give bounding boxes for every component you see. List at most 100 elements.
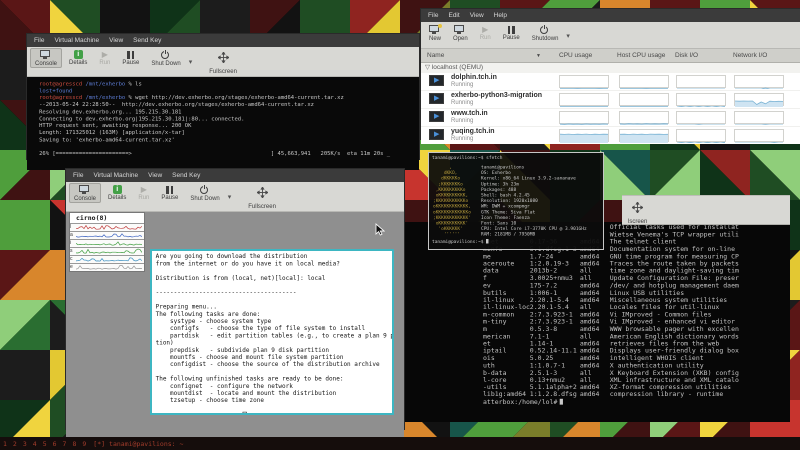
package-name: butils xyxy=(483,289,506,296)
console-button[interactable]: Console xyxy=(69,183,101,203)
vm-status: Running xyxy=(451,100,473,106)
workspace-tag-4[interactable]: 4 xyxy=(30,440,40,448)
terminal-line: Length: 171325012 (163M) [application/x-… xyxy=(39,130,419,137)
workspace-tag-1[interactable]: 1 xyxy=(0,440,10,448)
workspace-tag-3[interactable]: 3 xyxy=(20,440,30,448)
monitor-row-label: s xyxy=(70,248,73,255)
package-description: time zone and daylight-saving tim xyxy=(610,268,739,275)
pause-button[interactable]: Pause xyxy=(498,23,525,42)
terminal-output: root@agresscd /mnt/exherbo % lslost+foun… xyxy=(27,77,419,158)
vm-row-www-tch-in[interactable]: ▶www.tch.inRunning xyxy=(421,109,800,127)
expander-icon[interactable]: ▽ xyxy=(425,64,430,71)
pause-button[interactable]: Pause xyxy=(156,183,183,202)
shut-down-menu-caret[interactable]: ▾ xyxy=(189,58,193,66)
column-header-cpu-usage[interactable]: CPU usage xyxy=(559,52,592,59)
menu-console2-view[interactable]: View xyxy=(143,169,167,182)
menu-console2-send-key[interactable]: Send Key xyxy=(167,169,205,182)
package-row: data2013b-2alltime zone and daylight-sav… xyxy=(405,268,790,275)
menu-manager-help[interactable]: Help xyxy=(489,9,512,22)
vm-row-yuqing-tch-in[interactable]: ▶yuqing.tch.inRunning xyxy=(421,127,800,144)
package-name: il-linux-loc xyxy=(483,304,530,311)
vm-console-display[interactable]: root@agresscd /mnt/exherbo % lslost+foun… xyxy=(27,77,419,170)
vm-monitor-icon: ▶ xyxy=(429,111,444,122)
menu-console1-virtual-machine[interactable]: Virtual Machine xyxy=(49,34,104,47)
package-version: 2.20.1-5.4 xyxy=(530,297,569,304)
menu-console2-virtual-machine[interactable]: Virtual Machine xyxy=(88,169,143,182)
new-button[interactable]: New xyxy=(424,23,446,43)
package-description: The telnet client xyxy=(610,238,677,245)
column-header-disk-i-o[interactable]: Disk I/O xyxy=(675,52,698,59)
details-button[interactable]: iDetails xyxy=(103,183,131,202)
workspace-tag-8[interactable]: 8 xyxy=(69,440,79,448)
shut-down-button[interactable]: Shut Down xyxy=(146,48,185,68)
package-version: 0.5.3-8 xyxy=(530,326,557,333)
run-button[interactable]: ▶Run xyxy=(94,48,115,67)
terminal-line: root@agresscd /mnt/exherbo % ls xyxy=(39,81,419,88)
package-row: il-linux2.20.1-5.4amd64Miscellaneous sys… xyxy=(405,297,790,304)
details-button-label: Details xyxy=(108,195,126,201)
vm-row-exherbo-python3-migration[interactable]: ▶exherbo-python3-migrationRunning xyxy=(421,91,800,109)
shutdown-button-label: Shutdown xyxy=(532,36,559,42)
menu-console1-send-key[interactable]: Send Key xyxy=(128,34,166,47)
shut-down-button[interactable]: Shut Down xyxy=(185,183,224,203)
package-row: l-core0.13+nmu2allXML infrastructure and… xyxy=(405,377,790,384)
workspace-tag-6[interactable]: 6 xyxy=(50,440,60,448)
shut-down-menu-caret[interactable]: ▾ xyxy=(228,193,232,201)
pause-button[interactable]: Pause xyxy=(117,48,144,67)
workspace-tag-7[interactable]: 7 xyxy=(60,440,70,448)
run-button[interactable]: ▶Run xyxy=(133,183,154,202)
menu-console2-file[interactable]: File xyxy=(68,169,88,182)
run-button[interactable]: ▶Run xyxy=(475,23,496,42)
terminal-line: --2013-05-24 22:28:50-- http://dev.exher… xyxy=(39,102,419,109)
shutdown-menu-caret[interactable]: ▾ xyxy=(566,32,570,40)
column-header-host-cpu-usage[interactable]: Host CPU usage xyxy=(617,52,665,59)
sfetch-terminal-window[interactable]: tanami@pavilions:~$ sfetch , dKKO, dKKKK… xyxy=(428,152,604,250)
usage-sparkline xyxy=(620,114,668,125)
console-button[interactable]: Console xyxy=(30,48,62,68)
monitor-graph-row: i xyxy=(70,239,144,247)
shutdown-button[interactable]: Shutdown xyxy=(527,23,564,43)
vm-console-display[interactable]: cirno(8) laisce Are you going to downloa… xyxy=(66,212,404,441)
install-dialog-line: tion) xyxy=(156,340,394,347)
vm-row-dolphin-tch-in[interactable]: ▶dolphin.tch.inRunning xyxy=(421,73,800,91)
vm-running-play-icon: ▶ xyxy=(434,76,439,85)
fullscreen-button[interactable]: lscreen xyxy=(623,198,652,226)
workspace-tag-2[interactable]: 2 xyxy=(10,440,20,448)
menubar: FileVirtual MachineViewSend Key xyxy=(27,34,419,47)
open-button[interactable]: Open xyxy=(448,23,473,43)
menu-console1-file[interactable]: File xyxy=(29,34,49,47)
package-row: merican7.1-1allAmerican English dictiona… xyxy=(405,333,790,340)
host-group-row[interactable]: ▽ localhost (QEMU) xyxy=(421,63,800,73)
layout-indicator[interactable]: [*] xyxy=(89,440,109,448)
menu-console1-view[interactable]: View xyxy=(104,34,128,47)
pause-icon xyxy=(166,185,173,194)
package-name: m-common xyxy=(483,311,514,318)
toolbar: ConsoleiDetails▶RunPauseShut Down ▾ Fullsc… xyxy=(66,182,404,212)
package-arch: amd64 xyxy=(580,282,600,289)
shell-prompt: atterbox:/home/lol# xyxy=(405,398,790,405)
workspace-tag-9[interactable]: 9 xyxy=(79,440,89,448)
package-list-terminal[interactable]: Official tasks used for installatWietse … xyxy=(405,222,790,422)
install-dialog-line: The following tasks are done: xyxy=(156,311,394,318)
package-description: XZ-format compression utilities xyxy=(610,384,731,391)
column-header-network-i-o[interactable]: Network I/O xyxy=(733,52,767,59)
sort-indicator-icon[interactable]: ▼ xyxy=(536,53,541,59)
fullscreen-button[interactable]: Fullscreen xyxy=(243,183,281,211)
monitor-graph xyxy=(76,264,142,270)
menu-manager-file[interactable]: File xyxy=(423,9,443,22)
new-button-label: New xyxy=(429,36,441,42)
fullscreen-button[interactable]: Fullscreen xyxy=(204,48,242,76)
terminal-line: lost+found xyxy=(39,88,419,95)
plan9-install-dialog: Are you going to download the distributi… xyxy=(150,249,394,415)
details-button-label: Details xyxy=(69,60,87,66)
details-button[interactable]: iDetails xyxy=(64,48,92,67)
menu-manager-edit[interactable]: Edit xyxy=(443,9,464,22)
vm-cpu-spark-cell xyxy=(559,75,609,88)
package-description: Miscellaneous system utilities xyxy=(610,297,727,304)
install-dialog-line xyxy=(156,297,394,304)
menu-manager-view[interactable]: View xyxy=(465,9,489,22)
column-header-name[interactable]: Name xyxy=(427,52,444,59)
install-dialog-line: from the internet or do you have it on l… xyxy=(156,261,394,268)
workspace-tag-5[interactable]: 5 xyxy=(40,440,50,448)
fullscreen-icon xyxy=(632,200,643,217)
